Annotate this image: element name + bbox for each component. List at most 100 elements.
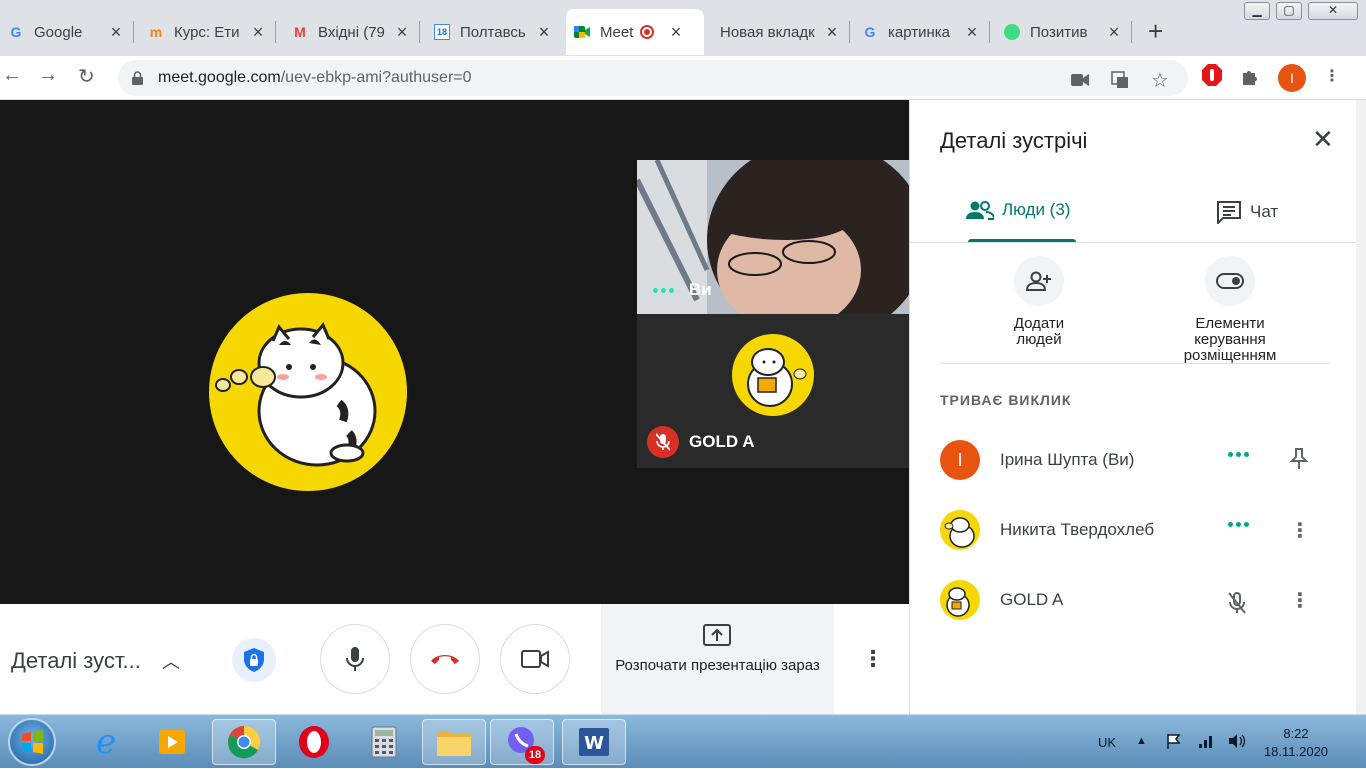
tab-close-icon[interactable]: × [106, 22, 126, 43]
browser-menu-icon[interactable]: ⋮ [1322, 66, 1342, 86]
microphone-button[interactable] [320, 624, 390, 694]
adblock-icon[interactable] [1202, 64, 1222, 86]
folder-icon [437, 731, 471, 756]
taskbar-opera[interactable] [282, 719, 346, 765]
taskbar-chrome[interactable] [212, 719, 276, 765]
speaking-indicator [1228, 522, 1249, 527]
tab-title: Google [34, 23, 83, 41]
participant-row[interactable]: I Ірина Шупта (Ви) [940, 438, 1340, 482]
extensions-puzzle-icon[interactable] [1240, 66, 1260, 86]
url-path: /uev-ebkp-ami?authuser=0 [280, 69, 472, 86]
host-controls-label: Елементи керування розміщенням [1183, 315, 1277, 364]
tab-new-tab[interactable]: Новая вкладк × [710, 9, 850, 55]
reload-icon[interactable]: ↻ [78, 64, 95, 89]
cat-sticker-icon [215, 322, 377, 467]
flag-icon[interactable] [1166, 733, 1182, 754]
forward-arrow-icon[interactable]: → [38, 64, 58, 87]
self-name-label: Ви [689, 280, 712, 299]
taskbar-internet-explorer[interactable]: e [74, 719, 138, 765]
address-bar[interactable]: meet.google.com/uev-ebkp-ami?authuser=0 … [118, 60, 1188, 96]
taskbar-viber[interactable]: 18 [490, 719, 554, 765]
speaking-indicator [1228, 452, 1249, 457]
translate-icon[interactable] [1110, 70, 1130, 90]
back-arrow-icon[interactable]: ← [2, 64, 22, 87]
taskbar-media-player[interactable] [140, 719, 204, 765]
close-icon[interactable]: ✕ [1312, 124, 1334, 155]
browser-tab-strip: G Google × m Курс: Ети × M Вхідні (79 × … [0, 0, 1366, 56]
camera-icon[interactable] [1070, 70, 1090, 90]
panel-title: Деталі зустрічі [940, 128, 1088, 153]
participant-avatar [732, 334, 814, 416]
taskbar-file-explorer[interactable] [422, 719, 486, 765]
pin-icon[interactable] [1289, 448, 1309, 476]
tab-chat[interactable]: Чат [1216, 200, 1278, 224]
minimize-button[interactable]: ▁ [1244, 2, 1270, 20]
tab-positive[interactable]: Позитив × [996, 9, 1132, 55]
shield-lock-icon[interactable] [232, 638, 276, 682]
lock-icon[interactable] [132, 71, 143, 90]
taskbar-word[interactable]: W [562, 719, 626, 765]
network-icon[interactable] [1198, 733, 1214, 754]
maximize-button[interactable]: ▢ [1276, 2, 1302, 20]
participant-row[interactable]: Никита Твердохлеб ⋮ [940, 508, 1340, 552]
tab-close-icon[interactable]: × [822, 22, 842, 43]
tab-close-icon[interactable]: × [248, 22, 268, 43]
volume-icon[interactable] [1228, 733, 1246, 754]
tab-close-icon[interactable]: × [534, 22, 554, 43]
svg-text:W: W [584, 733, 604, 754]
word-icon: W [579, 728, 609, 756]
show-hidden-icons-icon[interactable]: ▲ [1136, 735, 1147, 747]
star-icon[interactable]: ☆ [1150, 70, 1170, 92]
close-window-button[interactable]: ✕ [1308, 2, 1358, 20]
host-controls-button[interactable]: Елементи керування розміщенням [1170, 256, 1290, 364]
chevron-up-icon[interactable]: ︿ [162, 648, 180, 674]
participant-tile-gold[interactable]: GOLD A [637, 314, 909, 468]
meeting-details-button[interactable]: Деталі зуст... [11, 648, 141, 674]
new-tab-button[interactable]: + [1148, 18, 1163, 44]
tab-course[interactable]: m Курс: Ети × [140, 9, 276, 55]
clock[interactable]: 8:22 18.11.2020 [1256, 725, 1336, 761]
end-call-button[interactable] [410, 624, 480, 694]
participant-row[interactable]: GOLD A ⋮ [940, 578, 1340, 622]
mic-off-icon [647, 426, 679, 458]
mic-off-icon [1228, 592, 1246, 619]
gmail-icon: M [294, 24, 306, 40]
present-now-label: Розпочати презентацію зараз [615, 657, 820, 674]
participant-name: GOLD A [1000, 590, 1064, 609]
panel-scrollbar[interactable] [1356, 100, 1366, 714]
url-text[interactable]: meet.google.com/uev-ebkp-ami?authuser=0 [158, 69, 472, 87]
microphone-icon [346, 647, 364, 671]
tab-image-search[interactable]: G картинка × [854, 9, 990, 55]
calculator-icon [371, 726, 397, 758]
toggle-icon [1205, 256, 1255, 306]
tab-google[interactable]: G Google × [0, 9, 134, 55]
tab-chat-label: Чат [1250, 202, 1279, 221]
opera-icon [299, 726, 329, 758]
taskbar-calculator[interactable] [352, 719, 416, 765]
windows-taskbar: e 18 W UK ▲ 8:22 18.11.2020 [0, 714, 1366, 768]
profile-avatar[interactable]: I [1278, 64, 1306, 92]
add-people-button[interactable]: Додати людей [1004, 256, 1074, 348]
avatar-initial: I [957, 449, 963, 470]
more-options-icon[interactable]: ⋮ [862, 646, 884, 672]
more-vert-icon[interactable]: ⋮ [1290, 518, 1310, 543]
tab-title: Полтавсь [460, 23, 526, 41]
system-tray: UK ▲ 8:22 18.11.2020 [1090, 715, 1366, 769]
tab-title: Meet [600, 23, 634, 41]
tab-close-icon[interactable]: × [962, 22, 982, 43]
tab-close-icon[interactable]: × [666, 22, 686, 43]
self-video-tile[interactable]: Ви [637, 160, 909, 314]
present-now-button[interactable]: Розпочати презентацію зараз [601, 604, 834, 714]
tab-close-icon[interactable]: × [1104, 22, 1124, 43]
start-button[interactable] [8, 718, 56, 766]
tab-close-icon[interactable]: × [392, 22, 412, 43]
tab-gmail[interactable]: M Вхідні (79 × [284, 9, 420, 55]
tab-meet[interactable]: Meet × [566, 9, 704, 55]
camera-button[interactable] [500, 624, 570, 694]
meeting-details-panel: Деталі зустрічі ✕ Люди (3) Чат Додати лю… [909, 100, 1357, 714]
in-call-header: ТРИВАЄ ВИКЛИК [940, 392, 1072, 408]
language-indicator[interactable]: UK [1098, 735, 1116, 750]
tab-calendar[interactable]: 18 Полтавсь × [426, 9, 562, 55]
more-vert-icon[interactable]: ⋮ [1290, 588, 1310, 613]
tab-people[interactable]: Люди (3) [966, 200, 1070, 220]
